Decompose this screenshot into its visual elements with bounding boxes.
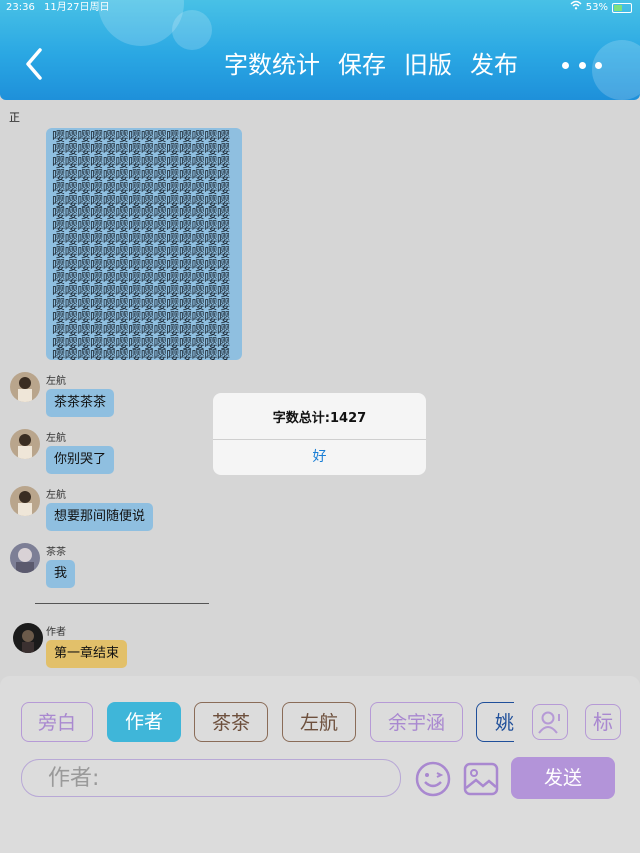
chevron-left-icon	[26, 48, 42, 80]
avatar-zuohang[interactable]	[10, 486, 40, 516]
avatar-zuohang[interactable]	[10, 372, 40, 402]
battery-percent: 53%	[585, 2, 608, 13]
smiley-icon	[415, 761, 451, 797]
avatar-zuohang[interactable]	[10, 429, 40, 459]
decor-circle	[172, 10, 212, 50]
status-time-date: 23:36 11月27日周日	[6, 0, 109, 16]
tag-button[interactable]: 标	[585, 704, 621, 740]
nav-word-count[interactable]: 字数统计	[224, 48, 320, 82]
role-button-author[interactable]: 作者	[107, 702, 181, 742]
message-bubble[interactable]: 你别哭了	[46, 446, 115, 474]
sender-name: 茶茶	[46, 547, 66, 558]
back-button[interactable]	[20, 46, 50, 82]
status-time: 23:36	[6, 2, 35, 13]
sender-name: 作者	[46, 627, 66, 638]
chapter-divider	[35, 603, 209, 604]
message-bubble[interactable]: 茶茶茶茶	[46, 389, 115, 417]
sender-name: 左航	[46, 490, 66, 501]
battery-icon	[612, 3, 632, 13]
message-bubble[interactable]: 想要那间随便说	[46, 503, 154, 531]
status-date: 11月27日周日	[44, 2, 110, 13]
wifi-icon	[570, 0, 582, 16]
character-manage-button[interactable]	[532, 704, 568, 740]
nav-publish[interactable]: 发布	[470, 48, 518, 82]
image-icon	[463, 762, 499, 796]
status-bar: 23:36 11月27日周日 53%	[0, 0, 640, 16]
tag-label: 标	[593, 710, 613, 734]
battery-fill	[614, 5, 622, 11]
role-button-zuohang[interactable]: 左航	[282, 702, 356, 742]
role-button-yao[interactable]: 姚	[476, 702, 514, 742]
person-icon	[538, 711, 560, 734]
status-right: 53%	[570, 0, 632, 16]
input-placeholder: 作者:	[48, 766, 100, 791]
role-button-narrator[interactable]: 旁白	[21, 702, 93, 742]
more-button[interactable]	[562, 56, 602, 74]
sender-name: 左航	[46, 376, 66, 387]
nav-save[interactable]: 保存	[338, 48, 386, 82]
avatar-author[interactable]	[13, 623, 43, 653]
emoji-button[interactable]	[414, 760, 452, 798]
alert-ok-button[interactable]: 好	[213, 440, 426, 475]
send-button[interactable]: 发送	[511, 757, 615, 799]
message-bubble[interactable]: 我	[46, 560, 76, 588]
role-button-yuyuhan[interactable]: 余宇涵	[370, 702, 463, 742]
nav-old-version[interactable]: 旧版	[404, 48, 452, 82]
word-count-alert: 字数总计:1427 好	[213, 393, 426, 475]
narrator-label: 正	[9, 111, 20, 124]
header-nav: 字数统计 保存 旧版 发布	[224, 48, 536, 82]
more-dot-icon	[595, 61, 602, 69]
sender-name: 左航	[46, 433, 66, 444]
header-bar: 23:36 11月27日周日 53% 字数统计 保存 旧版 发布	[0, 0, 640, 100]
message-bubble[interactable]: 第一章结束	[46, 640, 128, 668]
avatar-chacha[interactable]	[10, 543, 40, 573]
more-dot-icon	[562, 61, 569, 69]
message-input[interactable]: 作者:	[21, 759, 401, 797]
image-button[interactable]	[462, 760, 500, 798]
narrator-bubble[interactable]: 嘤嘤嘤嘤嘤嘤嘤嘤嘤嘤嘤嘤嘤嘤嘤嘤嘤嘤嘤嘤嘤嘤嘤嘤嘤嘤嘤嘤嘤嘤嘤嘤嘤嘤嘤嘤嘤嘤嘤嘤…	[46, 128, 242, 360]
more-dot-icon	[578, 61, 586, 69]
alert-message: 字数总计:1427	[272, 411, 367, 426]
role-button-chacha[interactable]: 茶茶	[194, 702, 268, 742]
